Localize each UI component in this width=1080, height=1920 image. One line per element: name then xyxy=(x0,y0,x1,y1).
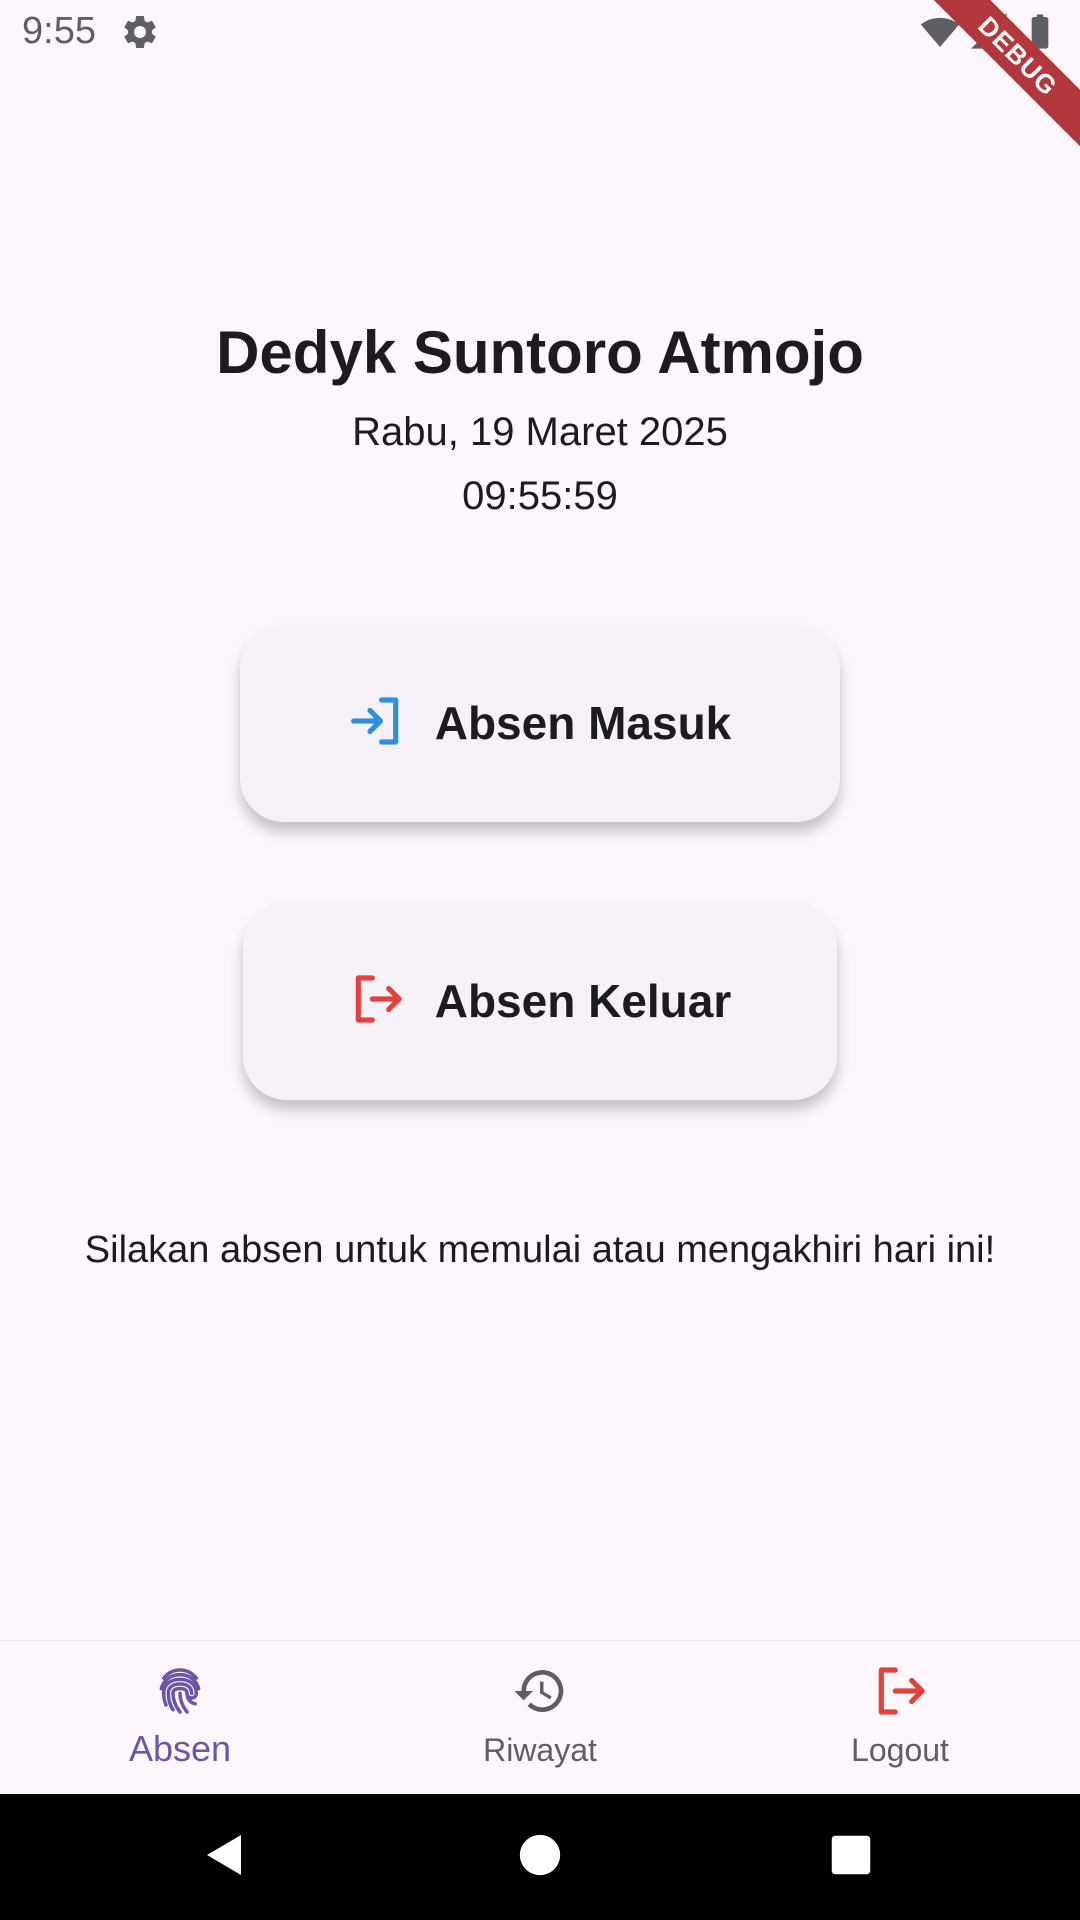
recent-apps-button[interactable] xyxy=(818,1824,884,1890)
user-name: Dedyk Suntoro Atmojo xyxy=(216,319,864,386)
back-button[interactable] xyxy=(192,1824,258,1890)
nav-item-riwayat[interactable]: Riwayat xyxy=(360,1641,720,1795)
app-screen: 9:55 DEBUG Dedyk Suntoro Atmojo Rabu, 19… xyxy=(0,0,1080,1920)
back-triangle-icon xyxy=(201,1831,249,1884)
home-circle-icon xyxy=(518,1833,562,1882)
gear-icon xyxy=(120,12,160,52)
status-time: 9:55 xyxy=(22,10,96,52)
current-date: Rabu, 19 Maret 2025 xyxy=(352,410,728,454)
nav-label-absen: Absen xyxy=(128,1728,232,1769)
nav-item-absen[interactable]: Absen xyxy=(0,1641,360,1795)
recent-square-icon xyxy=(830,1834,872,1881)
status-bar: 9:55 xyxy=(0,0,1080,64)
system-navigation-bar xyxy=(0,1794,1080,1920)
current-time: 09:55:59 xyxy=(462,474,618,518)
logout-icon xyxy=(872,1641,928,1724)
bottom-navigation: Absen Riwayat Logout xyxy=(0,1640,1080,1795)
nav-item-logout[interactable]: Logout xyxy=(720,1641,1080,1795)
fingerprint-icon xyxy=(152,1641,208,1724)
logout-icon xyxy=(349,971,405,1032)
login-icon xyxy=(349,693,405,754)
check-out-label: Absen Keluar xyxy=(434,975,732,1027)
history-icon xyxy=(512,1641,568,1724)
check-in-button[interactable]: Absen Masuk xyxy=(240,624,840,822)
home-button[interactable] xyxy=(507,1824,573,1890)
check-in-label: Absen Masuk xyxy=(434,697,732,749)
check-out-button[interactable]: Absen Keluar xyxy=(243,902,837,1100)
nav-label-riwayat: Riwayat xyxy=(483,1732,597,1768)
info-message: Silakan absen untuk memulai atau mengakh… xyxy=(84,1229,996,1271)
nav-label-logout: Logout xyxy=(851,1732,949,1768)
